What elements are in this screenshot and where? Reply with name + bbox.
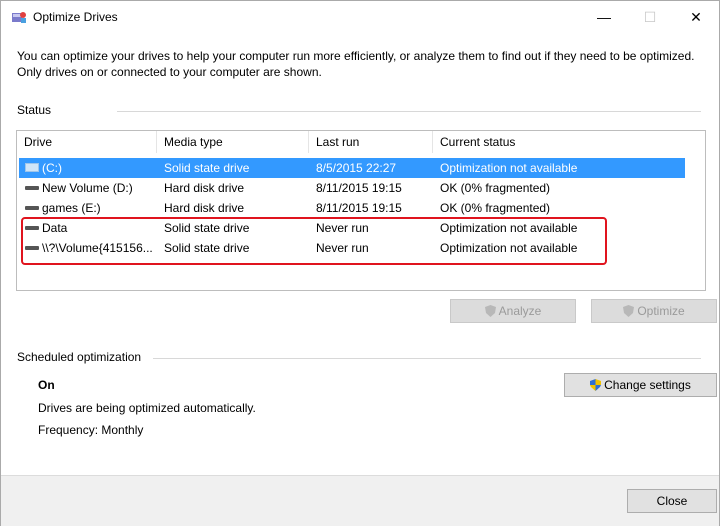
change-settings-label: Change settings	[604, 378, 691, 392]
title-bar[interactable]: Optimize Drives — ☐ ✕	[1, 1, 719, 33]
last-run: 8/11/2015 19:15	[316, 181, 402, 195]
maximize-button[interactable]: ☐	[627, 3, 673, 31]
schedule-description: Drives are being optimized automatically…	[38, 401, 256, 415]
optimize-button[interactable]: Optimize	[591, 299, 717, 323]
red-highlight-annotation	[21, 217, 607, 265]
change-settings-button[interactable]: Change settings	[564, 373, 717, 397]
column-header-drive[interactable]: Drive	[17, 131, 157, 153]
window-close-button[interactable]: ✕	[673, 3, 719, 31]
drive-name: (C:)	[42, 161, 62, 175]
column-header-media-type[interactable]: Media type	[157, 131, 309, 153]
hard-drive-icon	[25, 205, 39, 210]
media-type: Hard disk drive	[164, 201, 245, 215]
footer-bar	[1, 475, 719, 526]
drive-row-d[interactable]: New Volume (D:) Hard disk drive 8/11/201…	[19, 178, 685, 198]
current-status: OK (0% fragmented)	[440, 181, 551, 195]
current-status: OK (0% fragmented)	[440, 201, 551, 215]
shield-icon	[484, 304, 496, 317]
current-status: Optimization not available	[440, 161, 578, 175]
last-run: 8/11/2015 19:15	[316, 201, 402, 215]
last-run: 8/5/2015 22:27	[316, 161, 397, 175]
drives-list[interactable]: Drive Media type Last run Current status…	[16, 130, 706, 291]
system-drive-icon	[25, 163, 39, 173]
scheduled-divider	[153, 358, 701, 359]
close-button[interactable]: Close	[627, 489, 717, 513]
scheduled-optimization-label: Scheduled optimization	[17, 350, 142, 364]
drive-row-e[interactable]: games (E:) Hard disk drive 8/11/2015 19:…	[19, 198, 685, 218]
drive-name: games (E:)	[42, 201, 101, 215]
window-title: Optimize Drives	[33, 10, 118, 24]
media-type: Hard disk drive	[164, 181, 245, 195]
drive-row-c[interactable]: (C:) Solid state drive 8/5/2015 22:27 Op…	[19, 158, 685, 178]
optimize-label: Optimize	[637, 304, 685, 318]
status-section-label: Status	[17, 103, 52, 117]
media-type: Solid state drive	[164, 161, 250, 175]
hard-drive-icon	[25, 185, 39, 190]
optimize-drives-window: Optimize Drives — ☐ ✕ You can optimize y…	[0, 0, 720, 526]
column-header-current-status[interactable]: Current status	[433, 131, 593, 153]
description-text: You can optimize your drives to help you…	[17, 49, 695, 79]
uac-shield-icon	[590, 378, 602, 391]
minimize-button[interactable]: —	[581, 3, 627, 31]
shield-icon	[623, 304, 635, 317]
drive-name: New Volume (D:)	[42, 181, 133, 195]
schedule-frequency: Frequency: Monthly	[38, 423, 144, 437]
analyze-label: Analyze	[498, 304, 542, 318]
optimize-drives-app-icon	[12, 12, 26, 23]
analyze-button[interactable]: Analyze	[450, 299, 576, 323]
status-divider	[117, 111, 701, 112]
column-header-last-run[interactable]: Last run	[309, 131, 433, 153]
schedule-state: On	[38, 378, 55, 392]
